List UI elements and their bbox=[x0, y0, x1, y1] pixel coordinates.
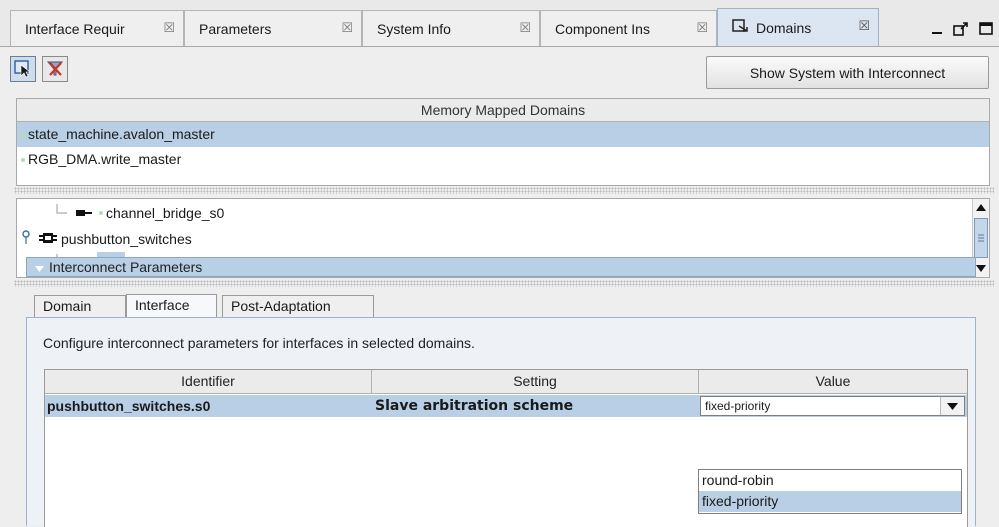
close-tab-icon[interactable]: ☒ bbox=[858, 18, 870, 34]
tab-label: Domains bbox=[756, 19, 812, 36]
maximize-icon[interactable] bbox=[979, 22, 993, 38]
tree-node-label: pushbutton_switches bbox=[61, 231, 192, 247]
setting-cell: Slave arbitration scheme bbox=[375, 398, 574, 414]
column-header-setting[interactable]: Setting bbox=[372, 370, 699, 394]
clear-filter-icon bbox=[46, 59, 64, 80]
tab-domains[interactable]: Domains ☒ bbox=[717, 8, 879, 46]
tree-node-label: channel_bridge_s0 bbox=[106, 205, 225, 221]
tab-label: Interface Requir bbox=[25, 20, 125, 37]
value-combo-box[interactable]: fixed-priority bbox=[700, 396, 965, 416]
collapse-triangle-icon bbox=[35, 259, 44, 277]
status-dot-icon bbox=[21, 158, 25, 163]
domains-icon bbox=[732, 19, 748, 36]
combo-value: fixed-priority bbox=[705, 399, 771, 413]
window-controls bbox=[931, 20, 993, 40]
dropdown-option-round-robin[interactable]: round-robin bbox=[699, 470, 961, 491]
close-tab-icon[interactable]: ☒ bbox=[696, 20, 708, 36]
splitter-handle[interactable] bbox=[14, 280, 994, 287]
domains-panel: Show System with Interconnect Memory Map… bbox=[0, 46, 999, 527]
tab-label: Component Ins bbox=[555, 20, 650, 37]
close-tab-icon[interactable]: ☒ bbox=[163, 20, 175, 36]
interconnect-parameters-header[interactable]: Interconnect Parameters bbox=[26, 257, 976, 277]
close-tab-icon[interactable]: ☒ bbox=[341, 20, 353, 36]
domain-row-label: RGB_DMA.write_master bbox=[28, 151, 182, 167]
tab-interface[interactable]: Interface bbox=[126, 294, 217, 318]
memory-mapped-domains-table: Memory Mapped Domains state_machine.aval… bbox=[16, 98, 990, 186]
tab-label: Parameters bbox=[199, 20, 272, 37]
tab-system-info[interactable]: System Info ☒ bbox=[362, 10, 540, 46]
tree-expand-icon[interactable] bbox=[21, 228, 35, 250]
dropdown-option-fixed-priority[interactable]: fixed-priority bbox=[699, 491, 961, 512]
interface-description: Configure interconnect parameters for in… bbox=[43, 335, 475, 351]
slave-port-icon bbox=[75, 202, 93, 224]
tree-branch-icon bbox=[55, 202, 69, 224]
table-header: Identifier Setting Value bbox=[45, 370, 967, 394]
interconnect-parameters-title: Interconnect Parameters bbox=[49, 259, 203, 275]
tab-domain[interactable]: Domain bbox=[34, 295, 126, 318]
filter-toolbar bbox=[10, 56, 68, 82]
close-tab-icon[interactable]: ☒ bbox=[519, 20, 531, 36]
view-tab-strip: Interface Requir ☒ Parameters ☒ System I… bbox=[0, 0, 999, 46]
tab-label: System Info bbox=[377, 20, 451, 37]
tree-node-pushbutton-switches[interactable]: pushbutton_switches bbox=[21, 228, 192, 250]
table-row[interactable]: pushbutton_switches.s0 Slave arbitration… bbox=[45, 395, 967, 417]
column-header-value[interactable]: Value bbox=[699, 370, 967, 394]
tab-parameters[interactable]: Parameters ☒ bbox=[184, 10, 362, 46]
domain-row-label: state_machine.avalon_master bbox=[28, 126, 215, 142]
clear-filter-button[interactable] bbox=[42, 56, 68, 82]
dropdown-arrow-icon[interactable] bbox=[940, 397, 964, 415]
tab-component-instances[interactable]: Component Ins ☒ bbox=[540, 10, 717, 46]
select-domain-button[interactable] bbox=[10, 56, 36, 82]
memory-mapped-domains-header: Memory Mapped Domains bbox=[17, 99, 989, 122]
status-dot-icon bbox=[21, 133, 25, 138]
identifier-cell: pushbutton_switches.s0 bbox=[47, 398, 211, 414]
domain-row[interactable]: state_machine.avalon_master bbox=[17, 122, 989, 147]
value-dropdown-list: round-robin fixed-priority bbox=[698, 469, 962, 514]
minimize-icon[interactable] bbox=[931, 22, 943, 38]
component-icon bbox=[39, 228, 57, 250]
domain-row[interactable]: RGB_DMA.write_master bbox=[17, 147, 989, 172]
detach-icon[interactable] bbox=[953, 21, 969, 40]
status-dot-icon bbox=[99, 211, 103, 215]
tab-interface-requirements[interactable]: Interface Requir ☒ bbox=[10, 10, 184, 46]
select-cursor-icon bbox=[14, 59, 32, 80]
column-header-identifier[interactable]: Identifier bbox=[45, 370, 372, 394]
tab-post-adaptation[interactable]: Post-Adaptation bbox=[222, 295, 374, 318]
scroll-thumb[interactable] bbox=[974, 218, 988, 258]
show-system-with-interconnect-button[interactable]: Show System with Interconnect bbox=[706, 56, 989, 89]
scroll-up-icon[interactable] bbox=[973, 199, 989, 216]
tree-node-channel-bridge[interactable]: channel_bridge_s0 bbox=[55, 202, 224, 224]
splitter-handle[interactable] bbox=[14, 187, 994, 194]
